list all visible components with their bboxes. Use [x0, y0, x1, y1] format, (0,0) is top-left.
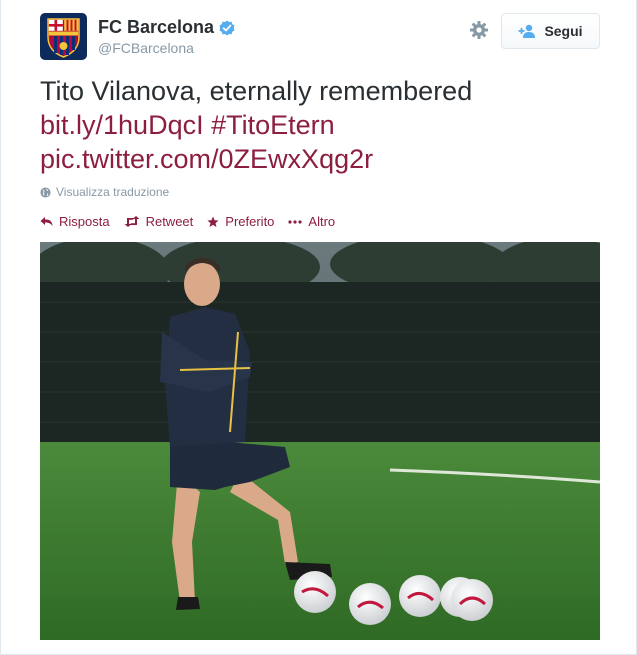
- gear-icon[interactable]: [469, 20, 489, 40]
- globe-icon: [40, 186, 51, 198]
- user-avatar[interactable]: [40, 13, 87, 60]
- tweet-text: Tito Vilanova, eternally remembered bit.…: [40, 74, 472, 176]
- tweet-actions: Risposta Retweet Preferito Altro: [40, 214, 349, 229]
- reply-label: Risposta: [59, 214, 110, 229]
- more-action[interactable]: Altro: [288, 214, 335, 229]
- favorite-label: Preferito: [225, 214, 275, 229]
- tweet-pic-link[interactable]: pic.twitter.com/0ZEwxXqg2r: [40, 144, 373, 174]
- follow-button-label: Segui: [544, 23, 583, 39]
- tweet-hashtag-link[interactable]: #TitoEtern: [211, 110, 335, 140]
- favorite-action[interactable]: Preferito: [207, 214, 274, 229]
- more-label: Altro: [308, 214, 336, 229]
- verified-badge-icon: [219, 20, 235, 35]
- tweet-short-link[interactable]: bit.ly/1huDqcI: [40, 110, 204, 140]
- user-display-name[interactable]: FC Barcelona: [98, 17, 214, 38]
- reply-icon: [40, 217, 53, 226]
- user-handle[interactable]: @FCBarcelona: [98, 40, 194, 56]
- reply-action[interactable]: Risposta: [40, 214, 110, 229]
- tweet-text-body: Tito Vilanova, eternally remembered: [40, 76, 473, 106]
- more-dots-icon: [288, 219, 303, 224]
- retweet-action[interactable]: Retweet: [124, 214, 194, 229]
- retweet-icon: [124, 216, 140, 227]
- star-icon: [207, 216, 219, 227]
- translate-label: Visualizza traduzione: [56, 185, 170, 199]
- retweet-label: Retweet: [145, 214, 194, 229]
- fc-barcelona-crest-icon: [40, 13, 87, 60]
- translate-link[interactable]: Visualizza traduzione: [40, 185, 169, 199]
- add-user-icon: [518, 24, 536, 38]
- tweet-card: FC Barcelona @FCBarcelona Segui Tito Vil…: [0, 0, 637, 655]
- follow-button[interactable]: Segui: [501, 13, 600, 49]
- user-name-row[interactable]: FC Barcelona: [98, 17, 235, 38]
- training-photo-image: [40, 242, 600, 640]
- tweet-photo[interactable]: [40, 242, 600, 640]
